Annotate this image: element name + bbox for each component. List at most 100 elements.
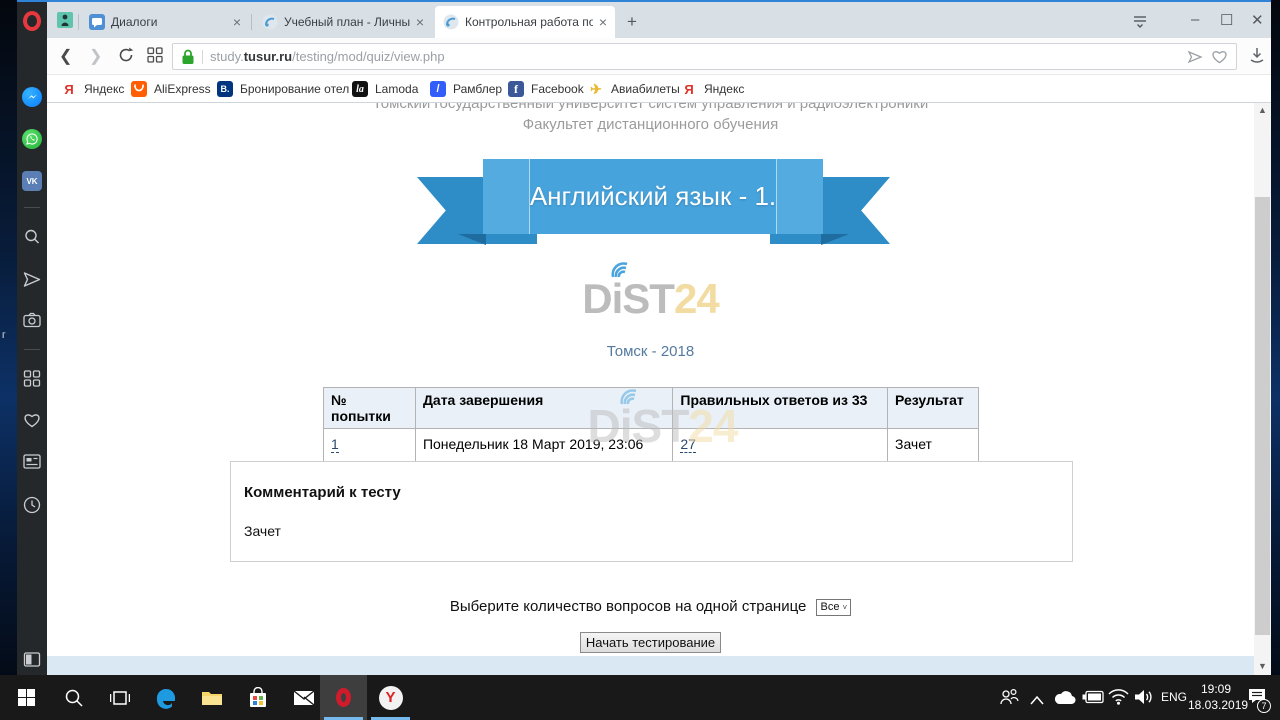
reload-button[interactable] (117, 46, 135, 69)
wifi-arcs-icon (607, 259, 641, 279)
col-correct: Правильных ответов из 33 (673, 388, 888, 429)
tab-label: Диалоги (111, 15, 227, 29)
bookmark-facebook[interactable]: f Facebook (508, 80, 584, 98)
whatsapp-icon[interactable] (22, 129, 42, 149)
attempt-link[interactable]: 1 (331, 436, 339, 453)
ribbon-panel (483, 159, 530, 234)
new-tab-button[interactable]: + (627, 12, 637, 32)
bookmark-booking[interactable]: B. Бронирование отел (217, 80, 349, 98)
tray-clock[interactable]: 19:09 18.03.2019 (1188, 681, 1244, 713)
plane-icon: ✈ (588, 81, 604, 97)
tab-strip: Диалоги × Учебный план - Личный × Контро… (47, 2, 1271, 38)
vertical-scrollbar[interactable]: ▲ ▼ (1254, 103, 1271, 675)
volume-icon[interactable] (1134, 689, 1153, 710)
taskbar-yandex-icon[interactable]: Y (367, 675, 414, 720)
notification-badge: 7 (1257, 699, 1271, 713)
action-center-icon[interactable]: 7 (1248, 688, 1266, 709)
chevron-down-icon: ˅ (842, 603, 847, 612)
search-icon[interactable] (23, 228, 41, 251)
sidebar-toggle-icon[interactable] (24, 652, 41, 672)
comment-body: Зачет (244, 523, 1072, 539)
forward-button[interactable]: ❯ (89, 46, 102, 66)
dist-favicon (262, 14, 278, 30)
questions-per-page-select[interactable]: Все˅ (816, 599, 852, 616)
messenger-icon[interactable] (22, 87, 42, 107)
tab-quiz-active[interactable]: Контрольная работа по д × (435, 6, 615, 38)
opera-logo-icon[interactable] (23, 11, 41, 31)
edge-icon[interactable] (142, 675, 189, 720)
vk-icon[interactable]: VK (22, 171, 42, 191)
url-text: study.tusur.ru/testing/mod/quiz/view.php (210, 49, 445, 64)
people-icon[interactable] (998, 688, 1020, 711)
taskbar-search-icon[interactable] (50, 675, 97, 720)
share-flow-icon[interactable] (1187, 50, 1203, 64)
questions-per-page-label: Выберите количество вопросов на одной ст… (450, 598, 807, 615)
browser-toolbar: ❮ ❯ study.tusur.ru/testing/mod/quiz/view… (47, 38, 1271, 75)
snapshot-camera-icon[interactable] (23, 312, 41, 333)
desktop-icon-label-fragment: г (2, 330, 6, 341)
personal-news-icon[interactable] (23, 454, 41, 474)
secure-lock-icon (181, 49, 195, 65)
course-title: Английский язык - 1. (530, 181, 776, 212)
wifi-icon[interactable] (1108, 689, 1129, 710)
download-icon[interactable] (1249, 47, 1265, 69)
col-date: Дата завершения (415, 388, 672, 429)
scroll-down-icon[interactable]: ▼ (1254, 659, 1271, 675)
score-link[interactable]: 27 (680, 436, 696, 453)
bookmark-aviatickets[interactable]: ✈ Авиабилеты (588, 80, 680, 98)
col-attempt: № попытки (324, 388, 416, 429)
comment-title: Комментарий к тесту (244, 484, 1072, 501)
onedrive-cloud-icon[interactable] (1053, 690, 1077, 710)
minimize-button[interactable]: – (1191, 11, 1199, 28)
bookmark-yandex-2[interactable]: Я Яндекс (681, 80, 744, 98)
questions-per-page-row: Выберите количество вопросов на одной ст… (47, 598, 1254, 616)
start-button[interactable] (3, 675, 50, 720)
file-explorer-icon[interactable] (188, 675, 235, 720)
aliexpress-icon (131, 81, 147, 97)
tab-close-icon[interactable]: × (233, 14, 241, 30)
back-button[interactable]: ❮ (59, 46, 72, 66)
col-result: Результат (888, 388, 979, 429)
favorite-heart-icon[interactable] (1211, 49, 1228, 64)
tray-chevron-up-icon[interactable] (1030, 692, 1044, 710)
maximize-button[interactable]: ☐ (1220, 11, 1233, 29)
scrollbar-thumb[interactable] (1255, 197, 1270, 635)
language-indicator[interactable]: ENG (1161, 690, 1187, 704)
tab-menu-icon[interactable] (1132, 14, 1148, 33)
university-name: Томский государственный университет сист… (47, 103, 1254, 112)
store-icon[interactable] (234, 675, 281, 720)
dist24-logo: DiST24 (47, 275, 1254, 323)
rambler-icon: / (430, 81, 446, 97)
taskbar-opera-icon[interactable] (320, 675, 367, 720)
tab-close-icon[interactable]: × (416, 14, 424, 30)
speed-dial-grid-icon[interactable] (147, 47, 163, 68)
tab-study-plan[interactable]: Учебный план - Личный × (254, 6, 432, 38)
bookmarks-heart-icon[interactable] (23, 412, 41, 433)
opera-sidebar: VK (17, 2, 47, 675)
bookmark-aliexpress[interactable]: AliExpress (131, 80, 211, 98)
scroll-up-icon[interactable]: ▲ (1254, 103, 1271, 119)
course-title-ribbon: Английский язык - 1. (483, 159, 823, 234)
tab-close-icon[interactable]: × (599, 14, 607, 30)
bookmark-rambler[interactable]: / Рамблер (430, 80, 502, 98)
bookmarks-bar: Я Яндекс AliExpress B. Бронирование отел… (47, 75, 1271, 103)
city-year: Томск - 2018 (47, 343, 1254, 360)
start-test-button[interactable]: Начать тестирование (580, 632, 721, 653)
pinned-tab[interactable] (57, 12, 73, 33)
battery-icon[interactable] (1082, 690, 1105, 709)
dist-favicon (443, 14, 459, 30)
test-comment-box: Комментарий к тесту Зачет (230, 461, 1073, 562)
tab-separator (78, 14, 79, 30)
task-view-icon[interactable] (96, 675, 143, 720)
address-bar[interactable]: study.tusur.ru/testing/mod/quiz/view.php (172, 43, 1237, 70)
bookmark-lamoda[interactable]: la Lamoda (352, 80, 418, 98)
my-flow-send-icon[interactable] (23, 270, 42, 294)
close-button[interactable]: ✕ (1251, 11, 1264, 29)
history-clock-icon[interactable] (23, 496, 41, 519)
facebook-icon: f (508, 81, 524, 97)
browser-main: Диалоги × Учебный план - Личный × Контро… (47, 2, 1271, 675)
yandex-icon: Я (681, 81, 697, 97)
tab-dialogs[interactable]: Диалоги × (81, 6, 249, 38)
bookmark-yandex[interactable]: Я Яндекс (61, 80, 124, 98)
speed-dial-icon[interactable] (24, 370, 41, 392)
